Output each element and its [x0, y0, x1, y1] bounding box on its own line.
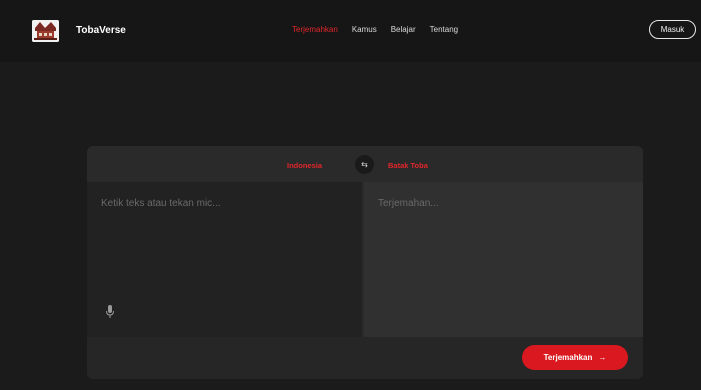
- source-language[interactable]: Indonesia: [287, 161, 322, 170]
- navbar: TobaVerse Terjemahkan Kamus Belajar Tent…: [0, 0, 701, 62]
- logo-icon[interactable]: [32, 20, 59, 42]
- nav-item-belajar[interactable]: Belajar: [391, 25, 416, 34]
- source-text-input[interactable]: Ketik teks atau tekan mic...: [87, 182, 362, 337]
- mic-icon[interactable]: [105, 305, 115, 319]
- swap-icon: ⇆: [361, 160, 368, 169]
- output-placeholder: Terjemahan...: [378, 198, 439, 209]
- translation-output: Terjemahan...: [364, 182, 643, 337]
- translator-card: Indonesia ⇆ Batak Toba Ketik teks atau t…: [87, 146, 643, 379]
- language-bar: Indonesia ⇆ Batak Toba: [87, 146, 643, 182]
- nav-item-kamus[interactable]: Kamus: [352, 25, 377, 34]
- translate-button-label: Terjemahkan: [543, 353, 593, 362]
- login-button[interactable]: Masuk: [649, 20, 696, 39]
- target-language[interactable]: Batak Toba: [388, 161, 428, 170]
- nav-item-terjemahkan[interactable]: Terjemahkan: [292, 25, 338, 34]
- translate-button[interactable]: Terjemahkan →: [522, 345, 628, 370]
- input-placeholder: Ketik teks atau tekan mic...: [101, 198, 221, 209]
- action-bar: Terjemahkan →: [87, 337, 643, 379]
- brand-name[interactable]: TobaVerse: [76, 25, 126, 36]
- nav-item-tentang[interactable]: Tentang: [430, 25, 458, 34]
- arrow-right-icon: →: [598, 353, 607, 362]
- swap-language-button[interactable]: ⇆: [355, 155, 374, 174]
- main-nav: Terjemahkan Kamus Belajar Tentang: [292, 25, 458, 34]
